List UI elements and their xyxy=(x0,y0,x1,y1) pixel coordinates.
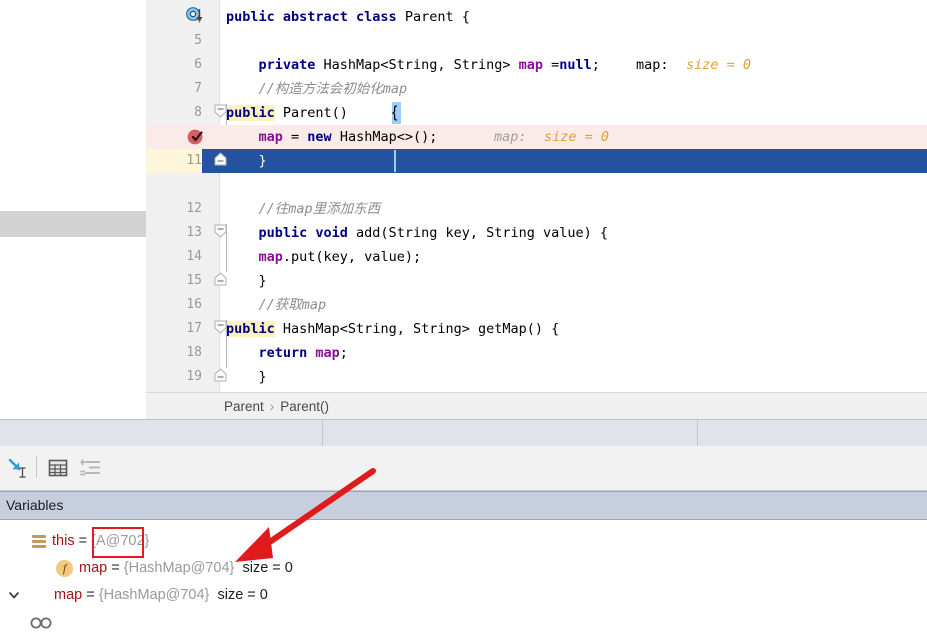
breakpoint-verified-icon[interactable] xyxy=(186,127,202,143)
chevron-down-icon[interactable] xyxy=(8,535,20,547)
code-line-13[interactable]: 13 //往map里添加东西 xyxy=(146,197,927,221)
code-line-18-text: public HashMap<String, String> getMap() … xyxy=(226,317,559,341)
fold-marker-16[interactable] xyxy=(214,272,227,285)
debug-toolbar[interactable] xyxy=(0,446,927,491)
breadcrumb-bar[interactable]: Parent›Parent() xyxy=(146,392,927,420)
code-line-16-text: } xyxy=(226,269,267,293)
fold-marker-20[interactable] xyxy=(214,368,227,381)
project-selected-row[interactable] xyxy=(0,211,146,237)
variable-size: size = 0 xyxy=(217,587,267,603)
annotation-highlight-box xyxy=(92,527,144,558)
code-line-14-text: public void add(String key, String value… xyxy=(226,221,608,245)
variable-reference: {HashMap@704} xyxy=(124,560,235,576)
code-line-9-text: public Parent() xyxy=(226,101,356,125)
sort-variables-icon[interactable] xyxy=(78,456,102,480)
variables-title: Variables xyxy=(6,491,63,519)
code-line-7-text: private HashMap<String, String> map =nul… xyxy=(226,53,600,77)
inline-hint-value-7: size = 0 xyxy=(686,53,751,77)
variable-row-watch-map[interactable]: map = {HashMap@704} size = 0 xyxy=(0,582,927,609)
ide-window: 4 5 public abstract class Parent { 6 xyxy=(0,0,927,644)
show-as-table-icon[interactable] xyxy=(46,456,70,480)
code-area[interactable]: 4 5 public abstract class Parent { 6 xyxy=(146,0,927,392)
tab-divider-2 xyxy=(697,420,698,446)
variable-name: map xyxy=(54,587,82,603)
code-line-15-text: map.put(key, value); xyxy=(226,245,421,269)
code-line-6[interactable]: 6 xyxy=(146,29,927,53)
annotation-arrow-icon xyxy=(225,465,385,575)
inline-hint-name-7: map: xyxy=(636,53,669,77)
variable-name: map xyxy=(79,560,107,576)
line-number-current: 11 xyxy=(146,149,202,173)
code-line-11-text: } xyxy=(226,149,267,173)
code-line-19[interactable]: 19 return map; xyxy=(146,341,927,365)
breadcrumb: Parent›Parent() xyxy=(224,393,329,420)
code-line-13-text: //往map里添加东西 xyxy=(226,197,380,221)
code-editor[interactable]: 4 5 public abstract class Parent { 6 xyxy=(146,0,927,392)
code-line-19-text: return map; xyxy=(226,341,348,365)
tab-divider-1 xyxy=(322,420,323,446)
variable-equals: = xyxy=(107,560,124,576)
code-line-16[interactable]: 16 } xyxy=(146,269,927,293)
code-line-14[interactable]: 14 public void add(String key, String va… xyxy=(146,221,927,245)
code-line-9-brace: { xyxy=(392,101,397,125)
inline-hint-value-10: size = 0 xyxy=(544,125,609,149)
variable-row-field-map[interactable]: f map = {HashMap@704} size = 0 xyxy=(0,555,927,582)
variable-name: this xyxy=(52,533,75,549)
editor-caret xyxy=(394,150,396,172)
breadcrumb-separator-icon: › xyxy=(264,399,281,414)
toolbar-divider xyxy=(36,456,37,478)
code-line-12[interactable]: 12 xyxy=(146,173,927,197)
variables-header: Variables xyxy=(0,491,927,519)
code-line-5-text: public abstract class Parent { xyxy=(226,5,470,29)
code-line-7[interactable]: 7 private HashMap<String, String> map =n… xyxy=(146,53,927,77)
code-line-20[interactable]: 20 } xyxy=(146,365,927,389)
object-stack-icon xyxy=(32,535,46,548)
tool-window-tabs-strip[interactable] xyxy=(0,419,927,447)
variable-equals: = xyxy=(82,587,99,603)
code-line-17-text: //获取map xyxy=(226,293,326,317)
project-panel[interactable] xyxy=(0,0,147,419)
code-line-20-text: } xyxy=(226,365,267,389)
code-line-17[interactable]: 17 //获取map xyxy=(146,293,927,317)
variable-watch-map-text: map = {HashMap@704} size = 0 xyxy=(54,582,268,609)
breadcrumb-class[interactable]: Parent xyxy=(224,399,264,414)
code-line-8[interactable]: 8 //构造方法会初始化map xyxy=(146,77,927,101)
jump-to-current-frame-icon[interactable] xyxy=(6,456,30,480)
variables-header-border xyxy=(0,491,927,492)
inline-hint-name-10: map: xyxy=(494,125,527,149)
code-line-5[interactable]: 5 public abstract class Parent { xyxy=(146,5,927,29)
variable-reference: {HashMap@704} xyxy=(99,587,210,603)
code-line-10-content[interactable]: 10 map = new HashMap<>(); map: size = 0 xyxy=(146,125,927,149)
code-line-9[interactable]: 9 public Parent() xyxy=(146,101,927,125)
code-line-18[interactable]: 18 public HashMap<String, String> getMap… xyxy=(146,317,927,341)
watch-glasses-icon xyxy=(30,588,52,602)
implemented-method-icon[interactable] xyxy=(186,7,202,23)
field-f-icon: f xyxy=(56,560,73,577)
breadcrumb-method[interactable]: Parent() xyxy=(280,399,329,414)
code-line-15[interactable]: 15 map.put(key, value); xyxy=(146,245,927,269)
code-line-8-text: //构造方法会初始化map xyxy=(226,77,407,101)
variable-equals: = xyxy=(75,533,92,549)
code-line-10-text: map = new HashMap<>(); xyxy=(226,125,437,149)
